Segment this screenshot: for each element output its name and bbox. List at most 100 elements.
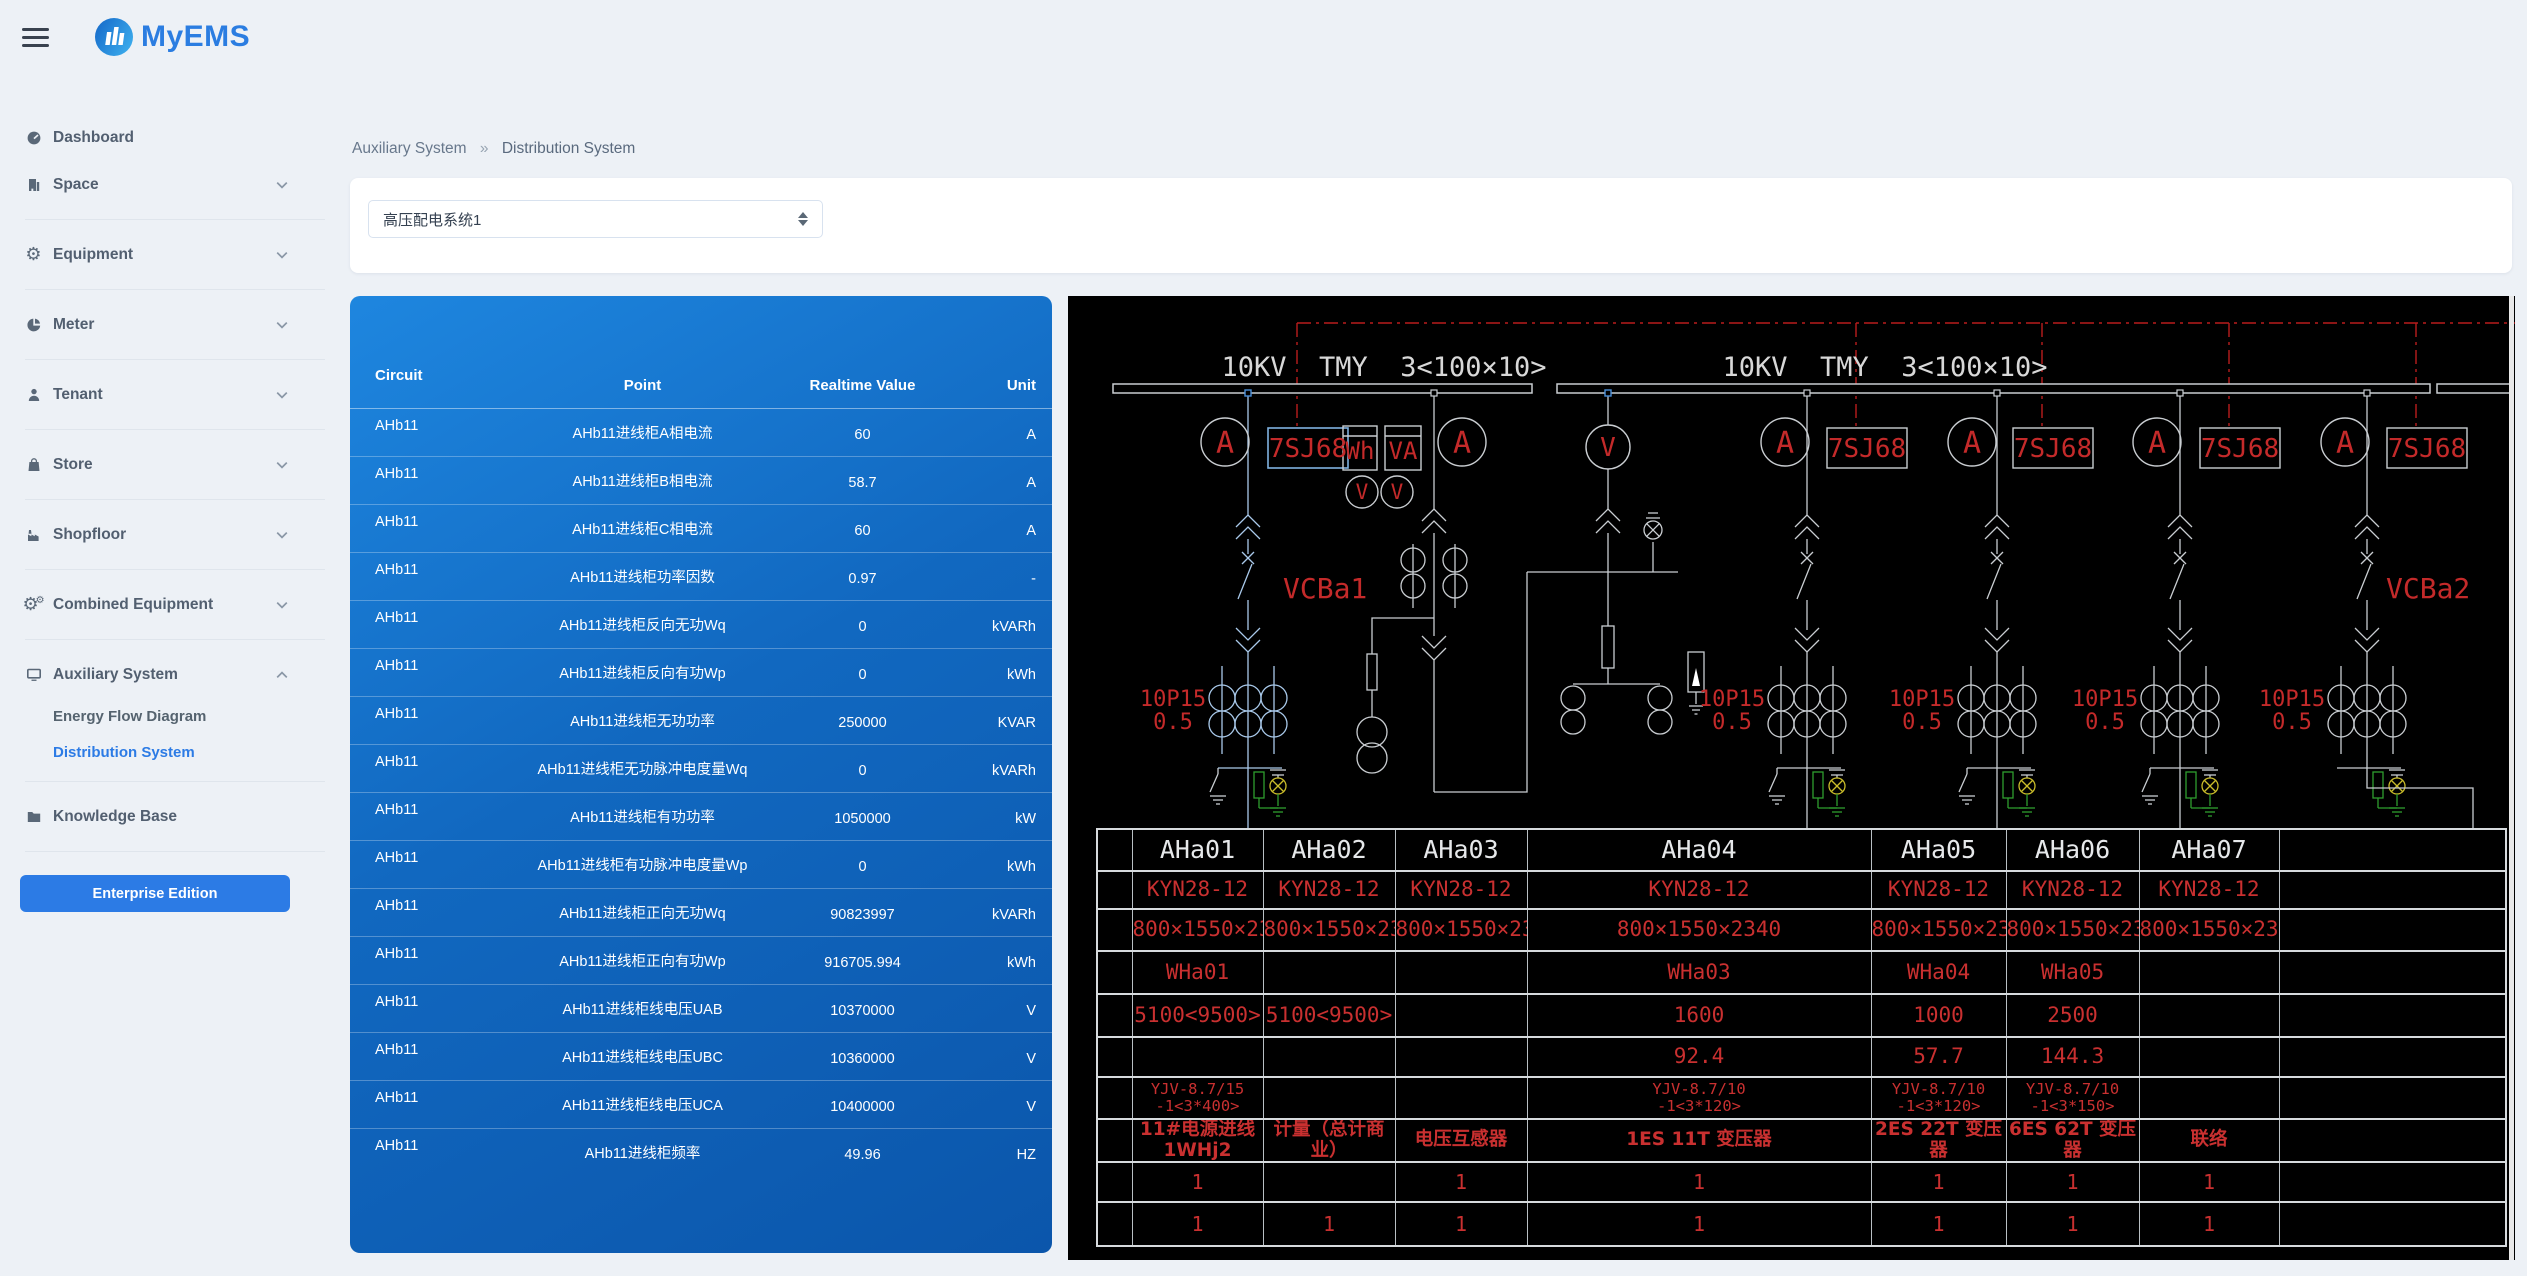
circuit-cell: AHb11 — [350, 504, 500, 552]
cubicle-cell: 1 — [1871, 1162, 2006, 1202]
cubicle-cell — [2279, 909, 2506, 951]
cubicle-cell: AHa06 — [2006, 829, 2139, 871]
hamburger-menu-icon[interactable] — [22, 28, 52, 50]
sidebar-item-equipment[interactable]: ⚙ Equipment — [0, 231, 350, 278]
breadcrumb-current: Distribution System — [502, 140, 636, 157]
unit-cell: kVARh — [940, 600, 1052, 648]
point-cell: AHb11进线柜正向有功Wp — [500, 936, 785, 984]
table-row: AHb11AHb11进线柜B相电流58.7A — [350, 456, 1052, 504]
busbar-left-label: 10KV TMY 3<100×10> — [1221, 352, 1546, 383]
sidebar-item-label: Combined Equipment — [53, 596, 213, 614]
cubicle-cell: 计量（总计商业） — [1263, 1119, 1395, 1162]
cubicle-cell: 电压互感器 — [1395, 1119, 1527, 1162]
ammeter-label: A — [1216, 426, 1234, 461]
ammeter-label: A — [2148, 426, 2166, 461]
point-cell: AHb11进线柜线电压UBC — [500, 1032, 785, 1080]
sub-item-label: Distribution System — [53, 744, 195, 761]
diagram-scrollbar[interactable] — [2509, 296, 2514, 1260]
table-row: AHb11AHb11进线柜A相电流60A — [350, 408, 1052, 456]
cubicle-cell: 5100<9500> — [1263, 994, 1395, 1037]
cubicle-cell — [2279, 1202, 2506, 1246]
cubicle-cell: WHa03 — [1527, 951, 1871, 994]
point-cell: AHb11进线柜有功脉冲电度量Wp — [500, 840, 785, 888]
cubicle-row-dimensions: 800×1550×2340800×1550×2340800×1550×23408… — [1097, 909, 2506, 951]
cubicle-row-capacity: 5100<9500>5100<9500>160010002500 — [1097, 994, 2506, 1037]
unit-cell: KVAR — [940, 696, 1052, 744]
cubicle-cell: 11#电源进线 1WHj2 — [1132, 1119, 1263, 1162]
sub-item-label: Energy Flow Diagram — [53, 708, 206, 725]
value-cell: 0 — [785, 840, 940, 888]
chevron-down-icon — [276, 251, 288, 259]
sidebar-item-tenant[interactable]: Tenant — [0, 371, 350, 418]
cubicle-row-cable: YJV-8.7/15 -1<3*400>YJV-8.7/10 -1<3*120>… — [1097, 1077, 2506, 1119]
busbar-right-label: 10KV TMY 3<100×10> — [1722, 352, 2047, 383]
voltmeter-label: V — [1391, 480, 1404, 504]
building-icon — [25, 177, 42, 193]
value-cell: 10400000 — [785, 1080, 940, 1128]
cubicle-cell: WHa05 — [2006, 951, 2139, 994]
point-cell: AHb11进线柜无功脉冲电度量Wq — [500, 744, 785, 792]
point-cell: AHb11进线柜无功功率 — [500, 696, 785, 744]
distribution-system-select[interactable]: 高压配电系统1 — [368, 200, 823, 238]
point-cell: AHb11进线柜正向无功Wq — [500, 888, 785, 936]
table-row: AHb11AHb11进线柜有功脉冲电度量Wp0kWh — [350, 840, 1052, 888]
sidebar-item-knowledge-base[interactable]: Knowledge Base — [0, 793, 350, 840]
value-cell: 0 — [785, 648, 940, 696]
relay-label: 7SJ68 — [2014, 434, 2092, 464]
sidebar-item-shopfloor[interactable]: Shopfloor — [0, 511, 350, 558]
table-row: AHb11AHb11进线柜线电压UCA10400000V — [350, 1080, 1052, 1128]
relay-label: 7SJ68 — [2388, 434, 2466, 464]
cubicle-cell: KYN28-12 — [1263, 871, 1395, 909]
sidebar-item-dashboard[interactable]: Dashboard — [0, 114, 350, 161]
sidebar-item-auxiliary-system[interactable]: Auxiliary System — [0, 651, 350, 698]
ammeter-label: A — [1776, 426, 1794, 461]
ct-class-label: 10P15 — [1140, 687, 1206, 712]
table-row: AHb11AHb11进线柜正向无功Wq90823997kVARh — [350, 888, 1052, 936]
cubicle-cell: 800×1550×2340 — [1263, 909, 1395, 951]
cubicle-cell: KYN28-12 — [1132, 871, 1263, 909]
ammeter-label: A — [1963, 426, 1981, 461]
cubicle-cell: 800×1550×2340 — [1871, 909, 2006, 951]
cubicle-cell — [2279, 1037, 2506, 1077]
enterprise-edition-button[interactable]: Enterprise Edition — [20, 875, 290, 912]
sidebar-item-label: Store — [53, 456, 93, 474]
distribution-diagram-panel: 10KV TMY 3<100×10> 10KV TMY 3<100×10> — [1068, 296, 2515, 1260]
sidebar-item-combined-equipment[interactable]: ⚙⚙ Combined Equipment — [0, 581, 350, 628]
cubicle-cell: 57.7 — [1871, 1037, 2006, 1077]
cubicle-cell: 1 — [1263, 1202, 1395, 1246]
sidebar-divider — [25, 499, 325, 500]
sidebar-item-label: Equipment — [53, 246, 133, 264]
cubicle-cell — [1395, 1037, 1527, 1077]
app-logo: MyEMS — [95, 18, 250, 56]
point-cell: AHb11进线柜B相电流 — [500, 456, 785, 504]
logo-icon — [95, 18, 133, 56]
table-row: AHb11AHb11进线柜线电压UBC10360000V — [350, 1032, 1052, 1080]
cubicle-row-current: 92.457.7144.3 — [1097, 1037, 2506, 1077]
sidebar-item-label: Dashboard — [53, 129, 134, 147]
sidebar-divider — [25, 639, 325, 640]
sidebar-item-label: Space — [53, 176, 99, 194]
cubicle-cell: YJV-8.7/10 -1<3*120> — [1871, 1077, 2006, 1119]
circuit-cell: AHb11 — [350, 984, 500, 1032]
cubicle-cell: KYN28-12 — [1871, 871, 2006, 909]
energy-meter-label: Wh — [1346, 437, 1375, 465]
sidebar-item-energy-flow-diagram[interactable]: Energy Flow Diagram — [0, 698, 350, 734]
unit-cell: A — [940, 408, 1052, 456]
sidebar-item-distribution-system[interactable]: Distribution System — [0, 734, 350, 770]
cubicle-cell: 1 — [1132, 1202, 1263, 1246]
shopping-bag-icon — [25, 457, 42, 473]
breaker-label-vcba1: VCBa1 — [1283, 572, 1367, 605]
unit-cell: A — [940, 504, 1052, 552]
sidebar-item-space[interactable]: Space — [0, 161, 350, 208]
cubicle-cell — [2279, 994, 2506, 1037]
sidebar-item-store[interactable]: Store — [0, 441, 350, 488]
breadcrumb-parent[interactable]: Auxiliary System — [352, 140, 467, 157]
cubicle-cell: YJV-8.7/10 -1<3*150> — [2006, 1077, 2139, 1119]
table-row: AHb11AHb11进线柜反向无功Wq0kVARh — [350, 600, 1052, 648]
sidebar-item-meter[interactable]: Meter — [0, 301, 350, 348]
point-cell: AHb11进线柜线电压UCA — [500, 1080, 785, 1128]
unit-cell: kVARh — [940, 888, 1052, 936]
value-cell: 10370000 — [785, 984, 940, 1032]
table-row: AHb11AHb11进线柜线电压UAB10370000V — [350, 984, 1052, 1032]
cubicle-cell — [2139, 1037, 2279, 1077]
